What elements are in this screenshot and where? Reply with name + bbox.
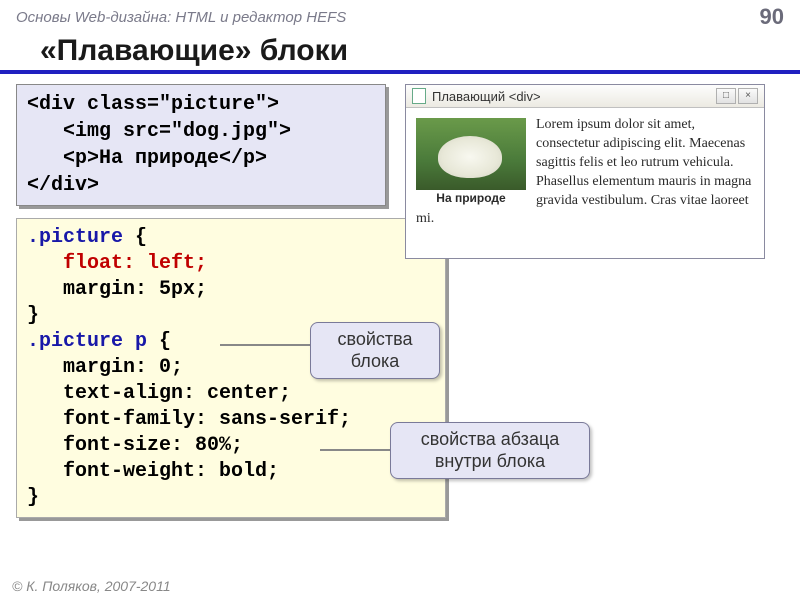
browser-preview: Плавающий <div> □ × На природе Lorem ips… [405, 84, 765, 259]
code-line: </div> [27, 174, 99, 197]
callout-text: свойства абзаца внутри блока [421, 429, 560, 471]
breadcrumb: Основы Web-дизайна: HTML и редактор HEFS [16, 9, 346, 26]
dog-image [416, 118, 526, 190]
css-prop: font-size: 80%; [27, 434, 243, 457]
connector-line [320, 449, 390, 451]
css-prop: text-align: center; [27, 382, 291, 405]
restore-icon[interactable]: □ [716, 88, 736, 104]
brace: { [123, 226, 147, 249]
callout-paragraph-props: свойства абзаца внутри блока [390, 422, 590, 479]
css-prop: margin: 5px; [27, 278, 207, 301]
code-line: <div class="picture"> [27, 93, 279, 116]
browser-titlebar: Плавающий <div> □ × [406, 85, 764, 108]
selector: .picture [27, 226, 123, 249]
page-title: «Плавающие» блоки [0, 30, 800, 74]
connector-line [220, 344, 310, 346]
slide-header: Основы Web-дизайна: HTML и редактор HEFS… [0, 0, 800, 30]
close-icon[interactable]: × [738, 88, 758, 104]
image-caption: На природе [416, 190, 526, 206]
callout-text: свойства блока [337, 329, 412, 371]
picture-block: На природе [416, 118, 526, 206]
css-prop: float: left; [27, 252, 207, 275]
callout-block-props: свойства блока [310, 322, 440, 379]
css-prop: font-family: sans-serif; [27, 408, 351, 431]
brace: { [147, 330, 171, 353]
code-line: <p>На природе</p> [27, 147, 267, 170]
browser-body: На природе Lorem ipsum dolor sit amet, c… [406, 108, 764, 258]
window-title: Плавающий <div> [432, 89, 541, 104]
main-area: <div class="picture"> <img src="dog.jpg"… [0, 84, 800, 518]
css-prop: font-weight: bold; [27, 460, 279, 483]
brace: } [27, 304, 39, 327]
html-code-box: <div class="picture"> <img src="dog.jpg"… [16, 84, 386, 206]
document-icon [412, 88, 426, 104]
selector: .picture p [27, 330, 147, 353]
page-number: 90 [760, 4, 784, 30]
css-prop: margin: 0; [27, 356, 183, 379]
window-buttons: □ × [716, 88, 758, 104]
brace: } [27, 486, 39, 509]
footer-copyright: © К. Поляков, 2007-2011 [12, 578, 171, 594]
code-line: <img src="dog.jpg"> [27, 120, 291, 143]
